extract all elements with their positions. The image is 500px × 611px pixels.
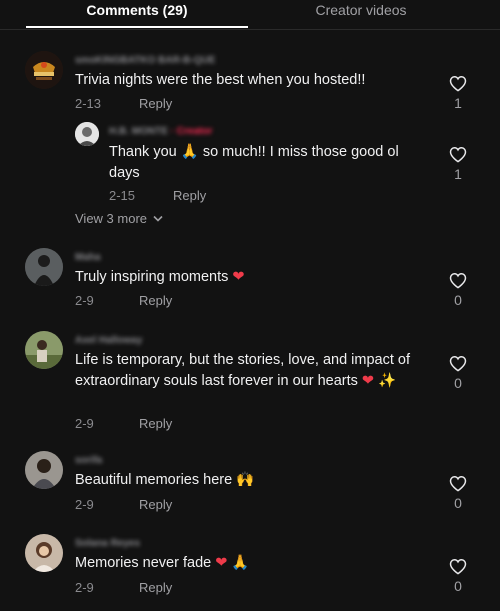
reply-username-name: H.B. MONTE bbox=[109, 126, 168, 137]
reply-button[interactable]: Reply bbox=[139, 580, 172, 595]
like-count: 0 bbox=[454, 292, 462, 308]
tab-creator-videos[interactable]: Creator videos bbox=[250, 0, 472, 28]
tab-comments[interactable]: Comments (29) bbox=[26, 0, 248, 28]
reply-button[interactable]: Reply bbox=[139, 293, 172, 308]
user-avatar-icon bbox=[25, 534, 63, 572]
comment-date: 2-9 bbox=[75, 293, 94, 308]
like-count: 0 bbox=[454, 495, 462, 511]
like-button[interactable]: 1 bbox=[446, 75, 470, 111]
folded-hands-emoji: 🙏 bbox=[231, 555, 250, 571]
comment-text: Trivia nights were the best when you hos… bbox=[75, 72, 366, 88]
avatar[interactable] bbox=[25, 534, 63, 572]
active-tab-indicator bbox=[26, 26, 248, 28]
comment-meta: 2-9 Reply bbox=[75, 293, 172, 308]
comment-text-part: Life is temporary, but the stories, love… bbox=[75, 352, 411, 389]
raising-hands-emoji: 🙌 bbox=[236, 472, 255, 488]
comment-text-part: Truly inspiring moments bbox=[75, 269, 229, 285]
comment-username[interactable]: Solana Reyes bbox=[75, 538, 140, 549]
red-heart-emoji: ❤ bbox=[232, 269, 245, 285]
reply-text: Thank you 🙏 so much!! I miss those good … bbox=[109, 142, 429, 184]
reply-meta: 2-15 Reply bbox=[109, 188, 206, 203]
creator-avatar-icon bbox=[75, 122, 99, 146]
comment-username[interactable]: sorifa bbox=[75, 455, 102, 466]
reply-date: 2-15 bbox=[109, 188, 136, 203]
comment-text: Memories never fade ❤ 🙏 bbox=[75, 553, 415, 574]
like-count: 1 bbox=[454, 166, 462, 182]
comment-date: 2-13 bbox=[75, 96, 102, 111]
view-more-replies-button[interactable]: View 3 more bbox=[75, 211, 163, 226]
heart-outline-icon bbox=[449, 75, 467, 92]
sparkles-emoji: ✨ bbox=[378, 373, 397, 389]
heart-outline-icon bbox=[449, 558, 467, 575]
like-button[interactable]: 0 bbox=[446, 558, 470, 594]
like-count: 0 bbox=[454, 578, 462, 594]
reply-text-part: Thank you bbox=[109, 144, 177, 160]
reply-button[interactable]: Reply bbox=[139, 497, 172, 512]
view-more-label: View 3 more bbox=[75, 211, 148, 226]
comment-username[interactable]: Axel Halloway bbox=[75, 335, 142, 346]
like-button[interactable]: 0 bbox=[446, 475, 470, 511]
user-avatar-icon bbox=[25, 451, 63, 489]
avatar[interactable] bbox=[25, 51, 63, 89]
red-heart-emoji: ❤ bbox=[215, 555, 228, 571]
like-count: 0 bbox=[454, 375, 462, 391]
heart-outline-icon bbox=[449, 475, 467, 492]
creator-badge: · Creator bbox=[170, 126, 213, 137]
red-heart-emoji: ❤ bbox=[361, 373, 375, 389]
comment-meta: 2-13 Reply bbox=[75, 96, 172, 111]
comment-meta: 2-9 Reply bbox=[75, 497, 172, 512]
chevron-down-icon bbox=[153, 215, 163, 222]
like-button[interactable]: 1 bbox=[446, 146, 470, 182]
comment-text: Beautiful memories here 🙌 bbox=[75, 470, 415, 491]
avatar[interactable] bbox=[75, 122, 99, 146]
like-count: 1 bbox=[454, 95, 462, 111]
like-button[interactable]: 0 bbox=[446, 272, 470, 308]
comment-username[interactable]: smoKINGBATKO BAR-B-QUE bbox=[75, 55, 215, 66]
reply-username[interactable]: H.B. MONTE · Creator bbox=[109, 126, 212, 137]
comment-text: Truly inspiring moments ❤ bbox=[75, 267, 415, 288]
comment-date: 2-9 bbox=[75, 497, 94, 512]
comment-tabs: Comments (29) Creator videos bbox=[0, 0, 500, 30]
heart-outline-icon bbox=[449, 355, 467, 372]
reply-button[interactable]: Reply bbox=[139, 416, 172, 431]
reply-button[interactable]: Reply bbox=[173, 188, 206, 203]
avatar[interactable] bbox=[25, 248, 63, 286]
like-button[interactable]: 0 bbox=[446, 355, 470, 391]
comment-date: 2-9 bbox=[75, 580, 94, 595]
heart-outline-icon bbox=[449, 146, 467, 163]
avatar[interactable] bbox=[25, 451, 63, 489]
comment-meta: 2-9 Reply bbox=[75, 416, 172, 431]
reply-button[interactable]: Reply bbox=[139, 96, 172, 111]
folded-hands-emoji: 🙏 bbox=[180, 144, 199, 160]
avatar[interactable] bbox=[25, 331, 63, 369]
comment-text-part: Beautiful memories here bbox=[75, 472, 233, 488]
comment-text: Life is temporary, but the stories, love… bbox=[75, 350, 430, 392]
restaurant-logo-icon bbox=[25, 51, 63, 89]
user-avatar-icon bbox=[25, 331, 63, 369]
comment-date: 2-9 bbox=[75, 416, 94, 431]
user-avatar-icon bbox=[25, 248, 63, 286]
comment-meta: 2-9 Reply bbox=[75, 580, 172, 595]
comment-username[interactable]: Maha bbox=[75, 252, 101, 263]
heart-outline-icon bbox=[449, 272, 467, 289]
comment-text-part: Memories never fade bbox=[75, 555, 212, 571]
